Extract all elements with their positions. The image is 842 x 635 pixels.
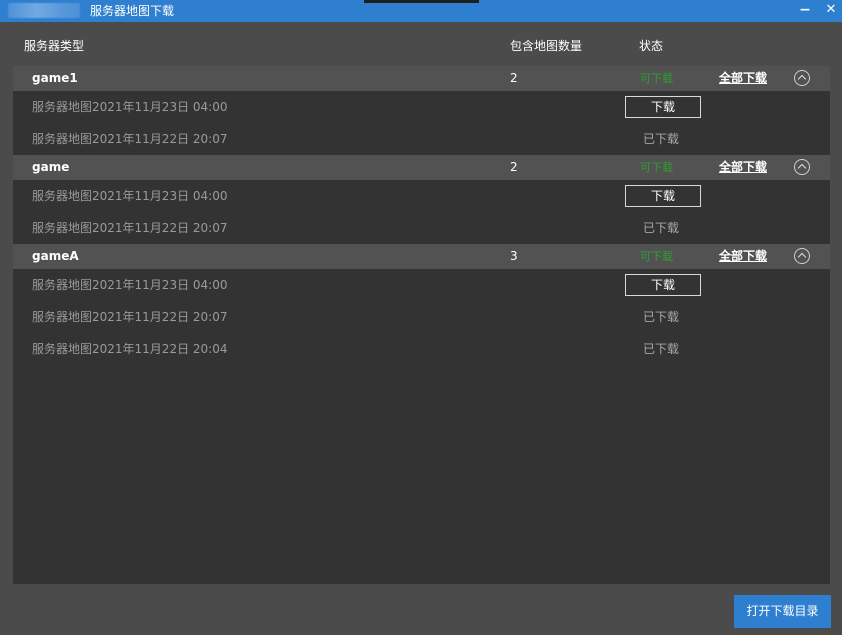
map-list-item: 服务器地图2021年11月22日 20:04 已下载: [13, 333, 830, 365]
map-name: 服务器地图2021年11月23日 04:00: [32, 100, 228, 114]
download-button[interactable]: 下载: [625, 274, 701, 296]
server-group-row: game1 2 可下载 全部下载: [13, 66, 830, 91]
map-list-item: 服务器地图2021年11月23日 04:00 下载: [13, 180, 830, 212]
downloaded-status: 已下载: [643, 132, 680, 146]
download-button[interactable]: 下载: [625, 185, 701, 207]
map-list-item: 服务器地图2021年11月23日 04:00 下载: [13, 91, 830, 123]
minimize-button[interactable]: −: [794, 0, 816, 22]
map-count: 3: [510, 249, 518, 263]
title-bar: 服务器地图下载 − ✕: [0, 0, 842, 22]
map-name: 服务器地图2021年11月23日 04:00: [32, 189, 228, 203]
column-header-status: 状态: [639, 39, 664, 53]
server-name: game1: [32, 71, 78, 85]
download-all-link[interactable]: 全部下载: [719, 249, 767, 264]
column-header-count: 包含地图数量: [510, 39, 583, 53]
column-header-type: 服务器类型: [24, 39, 85, 53]
status-badge: 可下载: [640, 161, 673, 174]
open-download-folder-button[interactable]: 打开下载目录: [734, 595, 831, 628]
close-button[interactable]: ✕: [820, 0, 842, 22]
collapse-chevron-up-icon[interactable]: [794, 248, 810, 264]
app-logo: [8, 3, 80, 18]
downloaded-status: 已下载: [643, 310, 680, 324]
download-button[interactable]: 下载: [625, 96, 701, 118]
map-name: 服务器地图2021年11月22日 20:07: [32, 132, 228, 146]
window-title: 服务器地图下载: [90, 4, 175, 18]
map-list-item: 服务器地图2021年11月22日 20:07 已下载: [13, 123, 830, 155]
status-badge: 可下载: [640, 72, 673, 85]
collapse-chevron-up-icon[interactable]: [794, 70, 810, 86]
map-list-item: 服务器地图2021年11月23日 04:00 下载: [13, 269, 830, 301]
map-list-item: 服务器地图2021年11月22日 20:07 已下载: [13, 301, 830, 333]
map-name: 服务器地图2021年11月22日 20:07: [32, 221, 228, 235]
map-name: 服务器地图2021年11月22日 20:04: [32, 342, 228, 356]
map-name: 服务器地图2021年11月22日 20:07: [32, 310, 228, 324]
download-all-link[interactable]: 全部下载: [719, 160, 767, 175]
map-list-panel: game1 2 可下载 全部下载 服务器地图2021年11月23日 04:00 …: [13, 66, 830, 584]
server-group-row: game 2 可下载 全部下载: [13, 155, 830, 180]
status-badge: 可下载: [640, 250, 673, 263]
downloaded-status: 已下载: [643, 221, 680, 235]
map-list-item: 服务器地图2021年11月22日 20:07 已下载: [13, 212, 830, 244]
title-tab-indicator: [364, 0, 479, 3]
downloaded-status: 已下载: [643, 342, 680, 356]
map-name: 服务器地图2021年11月23日 04:00: [32, 278, 228, 292]
map-count: 2: [510, 160, 518, 174]
map-count: 2: [510, 71, 518, 85]
collapse-chevron-up-icon[interactable]: [794, 159, 810, 175]
download-all-link[interactable]: 全部下载: [719, 71, 767, 86]
server-name: game: [32, 160, 70, 174]
server-name: gameA: [32, 249, 79, 263]
server-group-row: gameA 3 可下载 全部下载: [13, 244, 830, 269]
